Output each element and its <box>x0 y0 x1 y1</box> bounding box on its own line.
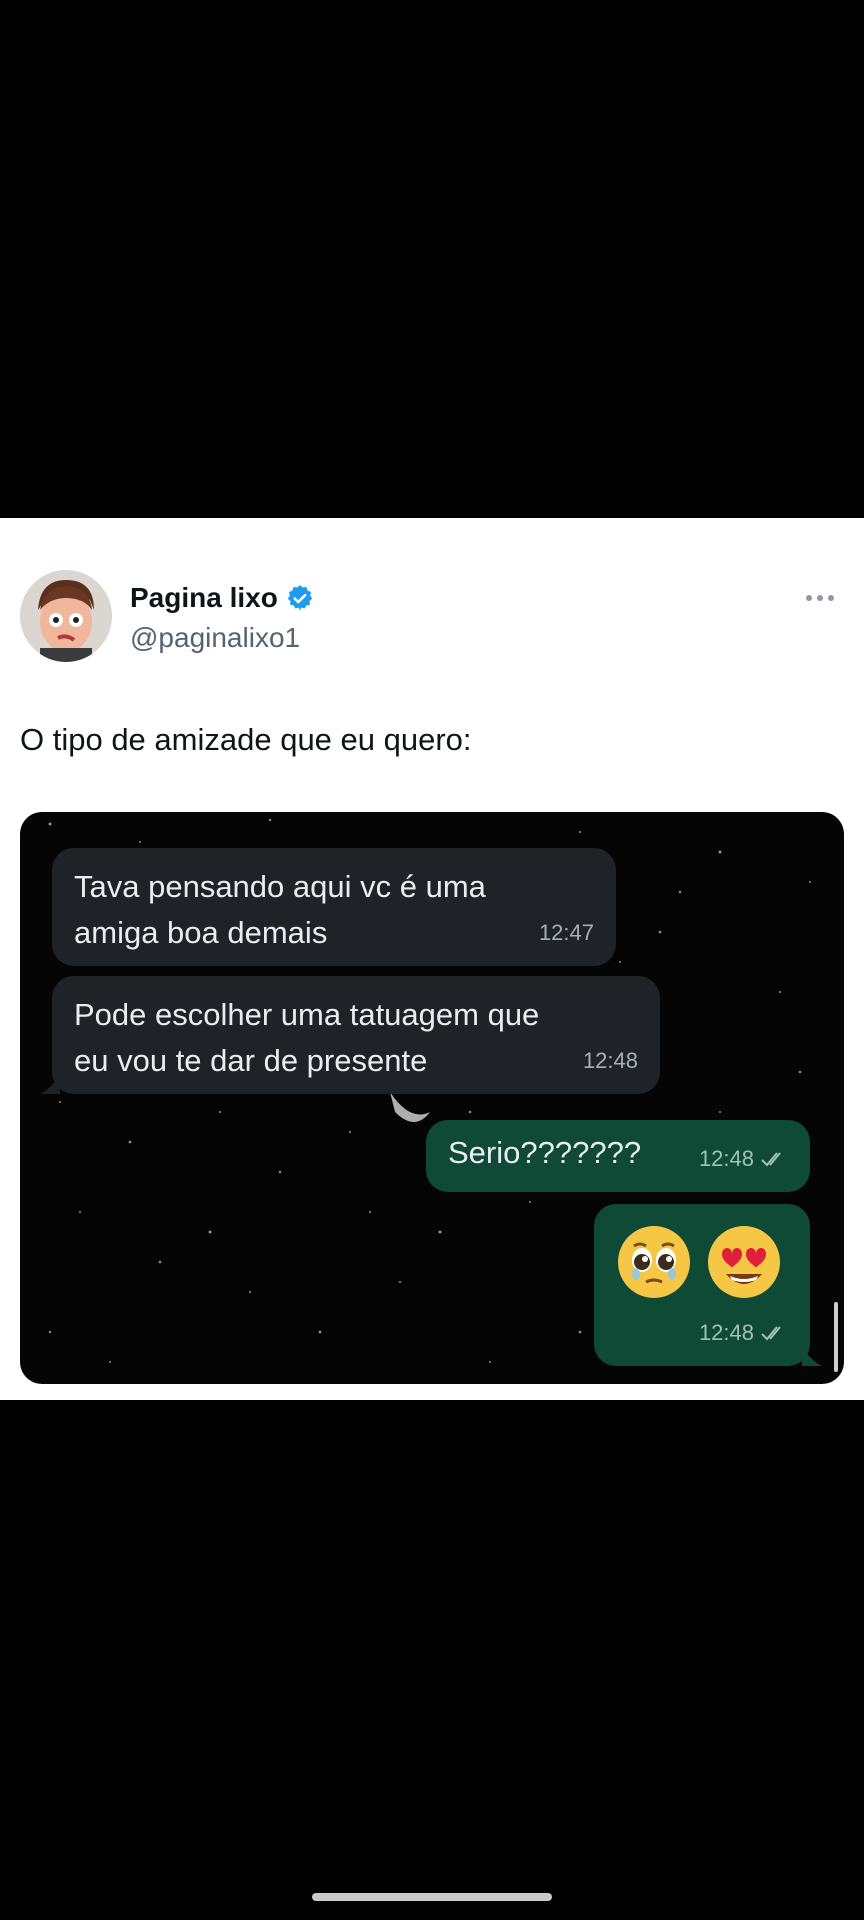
message-time: 12:47 <box>538 920 594 945</box>
pleading-face-emoji <box>618 1226 690 1298</box>
message-text: Pode escolher uma tatuagem que eu vou te… <box>74 997 540 1078</box>
message-text: Tava pensando aqui vc é uma amiga boa de… <box>74 869 486 950</box>
home-indicator[interactable] <box>312 1893 552 1901</box>
bubble-tail-icon <box>802 1346 822 1366</box>
dot-icon <box>806 595 812 601</box>
message-meta: 12:48 <box>699 1136 788 1182</box>
tweet-card[interactable]: Pagina lixo @paginalixo1 O tipo de amiza… <box>0 518 864 1400</box>
read-check-icon <box>761 1152 781 1167</box>
author-name-text: Pagina lixo <box>130 582 278 613</box>
message-time: 12:48 <box>698 1146 754 1171</box>
message-bubble-outgoing[interactable]: 12:48 <box>594 1204 822 1366</box>
message-time: 12:48 <box>582 1048 638 1073</box>
tweet-text: O tipo de amizade que eu quero: <box>20 722 472 757</box>
cartoon-face-avatar-icon <box>20 570 112 662</box>
read-check-icon <box>761 1326 781 1341</box>
author-handle[interactable]: @paginalixo1 <box>130 622 300 654</box>
author-name[interactable]: Pagina lixo <box>130 582 314 614</box>
message-bubble-outgoing[interactable]: Serio??????? 12:48 <box>426 1120 810 1192</box>
bubble-tail-icon <box>40 1074 60 1094</box>
message-time: 12:48 <box>698 1320 754 1345</box>
message-bubble-incoming[interactable]: Pode escolher uma tatuagem que eu vou te… <box>40 976 660 1094</box>
chat-screenshot-image[interactable]: Tava pensando aqui vc é uma amiga boa de… <box>20 812 844 1384</box>
dot-icon <box>828 595 834 601</box>
message-meta: 12:47 <box>539 910 594 956</box>
more-options-icon[interactable] <box>800 588 840 608</box>
avatar[interactable] <box>20 570 112 662</box>
heart-eyes-emoji <box>708 1226 780 1298</box>
message-bubble-incoming[interactable]: Tava pensando aqui vc é uma amiga boa de… <box>52 848 616 966</box>
scrollbar[interactable] <box>834 1302 838 1372</box>
emoji-row <box>616 1224 788 1300</box>
verified-badge-icon <box>287 585 313 611</box>
dot-icon <box>817 595 823 601</box>
message-meta: 12:48 <box>583 1038 638 1084</box>
message-meta: 12:48 <box>699 1310 788 1356</box>
